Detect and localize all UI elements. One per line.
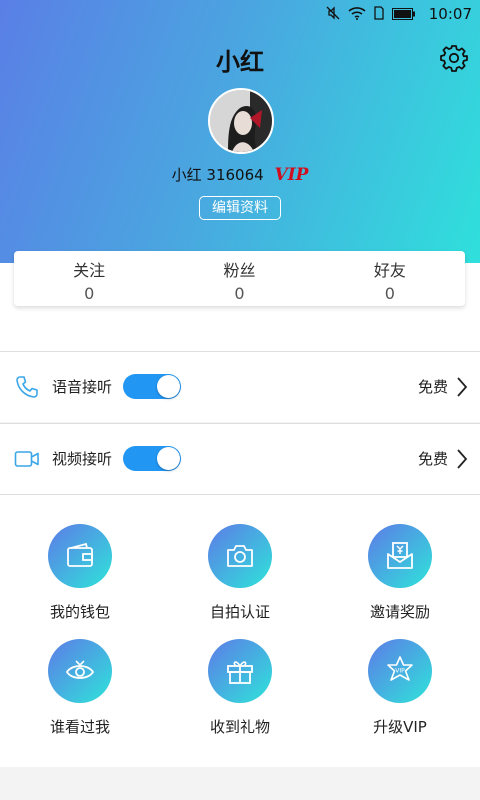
grid-item-gifts[interactable]: 收到礼物 <box>160 639 320 749</box>
chevron-right-icon <box>456 376 468 398</box>
user-id: 316064 <box>206 166 264 184</box>
row-label: 语音接听 <box>52 378 113 396</box>
grid-item-who-viewed-me[interactable]: 谁看过我 <box>0 639 160 749</box>
status-icons <box>326 6 416 24</box>
row-value: 免费 <box>417 378 448 396</box>
stat-fans[interactable]: 粉丝 0 <box>164 251 314 306</box>
toggle-knob <box>157 375 180 398</box>
settings-gear-icon[interactable] <box>440 44 468 72</box>
battery-icon <box>392 6 416 24</box>
video-icon <box>14 446 40 472</box>
grid-label: 自拍认证 <box>209 603 270 621</box>
mute-icon <box>326 6 340 24</box>
grid-label: 收到礼物 <box>209 718 270 736</box>
video-answer-row[interactable]: 视频接听 免费 <box>0 423 480 494</box>
svg-text:VIP: VIP <box>395 668 405 675</box>
stat-friends[interactable]: 好友 0 <box>315 251 465 306</box>
row-label: 视频接听 <box>52 450 113 468</box>
stat-label: 好友 <box>373 261 406 280</box>
voice-answer-toggle[interactable] <box>123 374 181 399</box>
user-info: 小红 316064 VIP <box>0 164 480 185</box>
sim-icon <box>374 6 384 24</box>
username: 小红 <box>171 166 202 184</box>
page-title: 小红 <box>216 48 264 76</box>
toggle-knob <box>157 447 180 470</box>
video-answer-toggle[interactable] <box>123 446 181 471</box>
gift-icon <box>208 639 272 703</box>
eye-icon <box>48 639 112 703</box>
stat-label: 粉丝 <box>223 261 256 280</box>
edit-profile-button[interactable]: 编辑资料 <box>199 196 281 220</box>
grid-item-invite-reward[interactable]: 邀请奖励 <box>320 524 480 634</box>
row-value: 免费 <box>417 450 448 468</box>
status-bar: 10:07 <box>0 0 480 28</box>
grid-item-upgrade-vip[interactable]: VIP 升级VIP <box>320 639 480 749</box>
feature-grid: 我的钱包 自拍认证 邀请奖励 谁看过我 收到礼物 VIP 升级VIP <box>0 494 480 767</box>
voice-answer-row[interactable]: 语音接听 免费 <box>0 351 480 422</box>
stat-value: 0 <box>384 284 395 303</box>
stat-following[interactable]: 关注 0 <box>14 251 164 306</box>
grid-item-wallet[interactable]: 我的钱包 <box>0 524 160 634</box>
status-time: 10:07 <box>428 5 472 23</box>
chevron-right-icon <box>456 448 468 470</box>
phone-icon <box>14 374 40 400</box>
grid-label: 谁看过我 <box>49 718 110 736</box>
avatar[interactable] <box>208 88 274 154</box>
reward-icon <box>368 524 432 588</box>
grid-label: 我的钱包 <box>49 603 110 621</box>
stats-card: 关注 0 粉丝 0 好友 0 <box>14 251 465 306</box>
camera-icon <box>208 524 272 588</box>
vip-badge: VIP <box>274 165 309 185</box>
grid-label: 升级VIP <box>373 718 427 736</box>
wifi-icon <box>348 6 366 24</box>
grid-label: 邀请奖励 <box>369 603 430 621</box>
stat-label: 关注 <box>73 261 106 280</box>
wallet-icon <box>48 524 112 588</box>
stat-value: 0 <box>84 284 95 303</box>
grid-item-selfie-verify[interactable]: 自拍认证 <box>160 524 320 634</box>
stat-value: 0 <box>234 284 245 303</box>
vip-star-icon: VIP <box>368 639 432 703</box>
